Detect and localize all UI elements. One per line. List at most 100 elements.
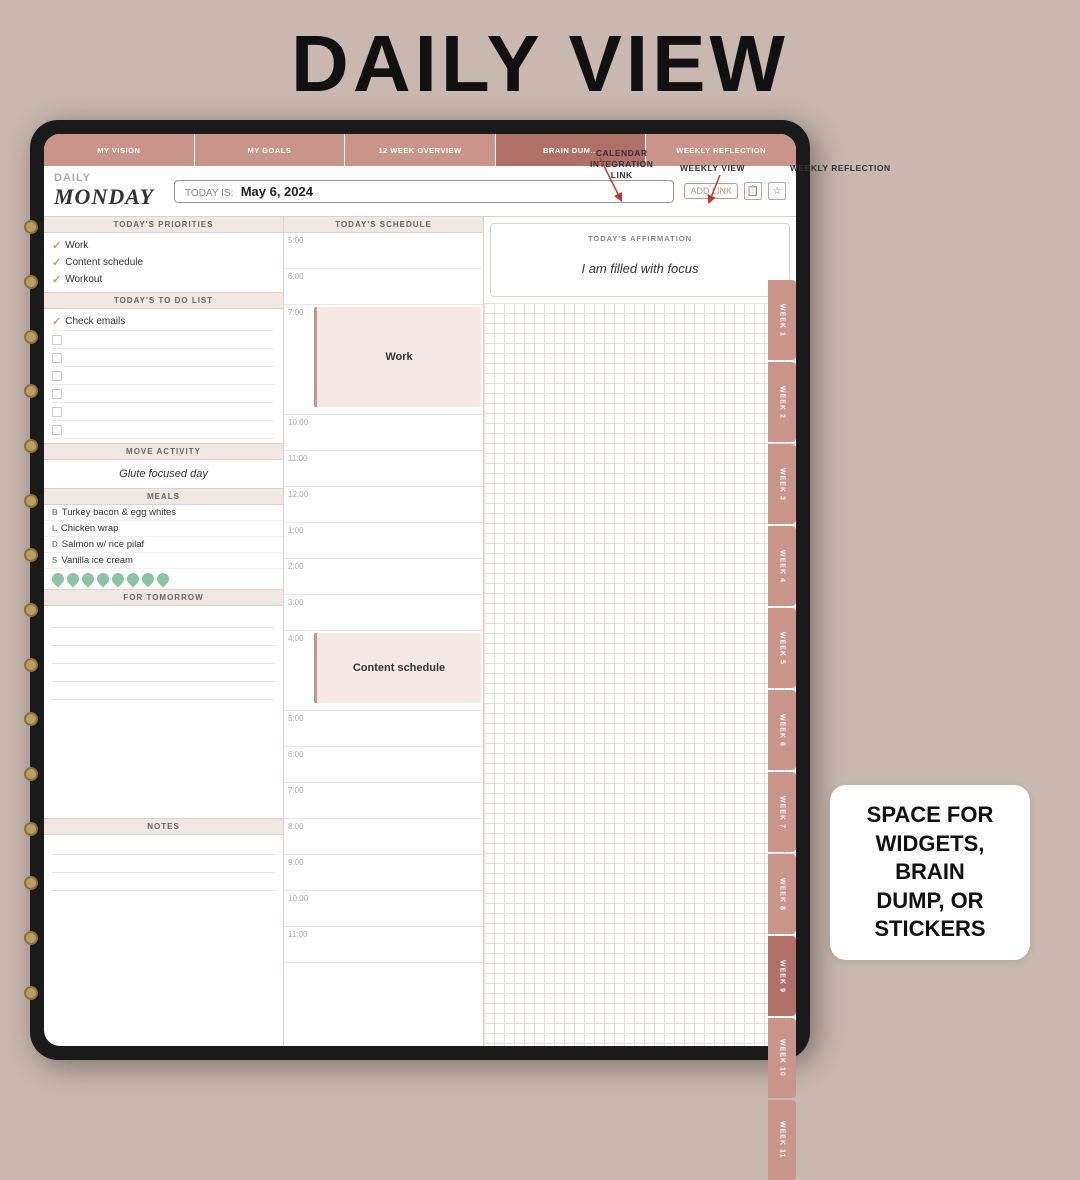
todo-text-1: Check emails: [65, 316, 125, 327]
tomorrow-line-3: [52, 646, 275, 664]
todo-header: TODAY'S TO DO LIST: [44, 293, 283, 309]
todo-check-2: [52, 335, 62, 345]
slot-content-1100: [312, 451, 483, 455]
todo-list: ✓ Check emails: [44, 309, 283, 444]
water-drop-4: [95, 571, 112, 588]
tomorrow-lines: [44, 606, 283, 704]
todo-check-1: ✓: [52, 315, 61, 328]
time-700b: 7:00: [284, 783, 312, 798]
tab-my-goals[interactable]: MY GOALS: [195, 134, 346, 166]
annotation-arrows: [540, 148, 660, 228]
week-tab-5[interactable]: WEEK 5: [768, 608, 796, 688]
tomorrow-line-5: [52, 682, 275, 700]
week-tab-6[interactable]: WEEK 6: [768, 690, 796, 770]
spiral-ring-13: [24, 876, 38, 890]
slot-1000b: 10:00: [284, 891, 483, 927]
move-header: MOVE ACTIVITY: [44, 444, 283, 460]
slot-content-600b: [312, 747, 483, 751]
notes-line-2: [52, 855, 275, 873]
slot-1100b: 11:00: [284, 927, 483, 963]
meals-section: MEALS B Turkey bacon & egg whites L Chic…: [44, 489, 283, 590]
event-work: Work: [314, 307, 481, 407]
priorities-list: ✓ Work ✓ Content schedule ✓ Workout: [44, 233, 283, 293]
spiral-ring-6: [24, 494, 38, 508]
slot-content-1000b: [312, 891, 483, 895]
notes-header: NOTES: [44, 819, 283, 835]
slot-700: 7:00 Work: [284, 305, 483, 415]
spiral-ring-15: [24, 986, 38, 1000]
spiral-ring-5: [24, 439, 38, 453]
check-icon-3: ✓: [52, 273, 61, 286]
spiral-ring-10: [24, 712, 38, 726]
time-700: 7:00: [284, 305, 312, 320]
slot-500: 5:00: [284, 233, 483, 269]
priority-item-2: ✓ Content schedule: [52, 254, 275, 271]
schedule-header: TODAY'S SCHEDULE: [284, 217, 483, 233]
slot-900b: 9:00: [284, 855, 483, 891]
affirmation-box: TODAY'S AFFIRMATION I am filled with foc…: [490, 223, 790, 297]
time-1100: 11:00: [284, 451, 312, 466]
todo-check-5: [52, 389, 62, 399]
week-tab-7[interactable]: WEEK 7: [768, 772, 796, 852]
slot-1000: 10:00: [284, 415, 483, 451]
slot-content-900b: [312, 855, 483, 859]
tomorrow-line-4: [52, 664, 275, 682]
tomorrow-line-1: [52, 610, 275, 628]
week-tab-8[interactable]: WEEK 8: [768, 854, 796, 934]
tab-my-vision[interactable]: MY VISION: [44, 134, 195, 166]
week-tab-10[interactable]: WEEK 10: [768, 1018, 796, 1098]
grid-area: [484, 303, 796, 1046]
spiral-ring-7: [24, 548, 38, 562]
water-drop-6: [125, 571, 142, 588]
schedule-column: TODAY'S SCHEDULE 5:00 6:00 7:00 Work: [284, 217, 484, 1046]
tomorrow-section: FOR TOMORROW: [44, 590, 283, 819]
week-tab-2[interactable]: WEEK 2: [768, 362, 796, 442]
meal-label-b: B: [52, 508, 58, 517]
week-tab-4[interactable]: WEEK 4: [768, 526, 796, 606]
meal-label-l: L: [52, 524, 57, 533]
week-tab-3[interactable]: WEEK 3: [768, 444, 796, 524]
time-100: 1:00: [284, 523, 312, 538]
todo-item-6: [52, 403, 275, 421]
slot-300: 3:00: [284, 595, 483, 631]
week-tab-11[interactable]: WEEK 11: [768, 1100, 796, 1180]
time-1000b: 10:00: [284, 891, 312, 906]
slot-content-500: [312, 233, 483, 237]
star-icon-btn[interactable]: ☆: [768, 182, 786, 200]
time-600: 6:00: [284, 269, 312, 284]
tab-weekly-reflection[interactable]: WEEKLY REFLECTION: [646, 134, 796, 166]
check-icon-2: ✓: [52, 256, 61, 269]
time-500: 5:00: [284, 233, 312, 248]
meal-text-l: Chicken wrap: [61, 523, 119, 534]
todo-check-4: [52, 371, 62, 381]
slot-1200: 12:00: [284, 487, 483, 523]
week-tab-1[interactable]: WEEK 1: [768, 280, 796, 360]
tablet-screen: MY VISION MY GOALS 12 WEEK OVERVIEW BRAI…: [44, 134, 796, 1046]
time-200: 2:00: [284, 559, 312, 574]
move-content: Glute focused day: [44, 460, 283, 488]
meal-label-d: D: [52, 540, 58, 549]
slot-content-100: [312, 523, 483, 527]
time-1000: 10:00: [284, 415, 312, 430]
week-tab-9[interactable]: WEEK 9: [768, 936, 796, 1016]
slot-content-600: [312, 269, 483, 273]
slot-400: 4:00 Content schedule: [284, 631, 483, 711]
meal-item-d: D Salmon w/ rice pilaf: [44, 537, 283, 553]
slot-1100: 11:00: [284, 451, 483, 487]
slot-600b: 6:00: [284, 747, 483, 783]
slot-content-1100b: [312, 927, 483, 931]
meal-item-l: L Chicken wrap: [44, 521, 283, 537]
tablet: WEEK 1 WEEK 2 WEEK 3 WEEK 4 WEEK 5 WEEK …: [30, 120, 810, 1060]
water-drop-5: [110, 571, 127, 588]
slot-100: 1:00: [284, 523, 483, 559]
tab-12-week[interactable]: 12 WEEK OVERVIEW: [345, 134, 496, 166]
time-1100b: 11:00: [284, 927, 312, 942]
slot-600: 6:00: [284, 269, 483, 305]
date-label: TODAY IS:: [185, 188, 233, 199]
slot-content-700b: [312, 783, 483, 787]
spiral-ring-11: [24, 767, 38, 781]
meals-header: MEALS: [44, 489, 283, 505]
water-drop-3: [80, 571, 97, 588]
spiral-ring-3: [24, 330, 38, 344]
water-drop-7: [140, 571, 157, 588]
